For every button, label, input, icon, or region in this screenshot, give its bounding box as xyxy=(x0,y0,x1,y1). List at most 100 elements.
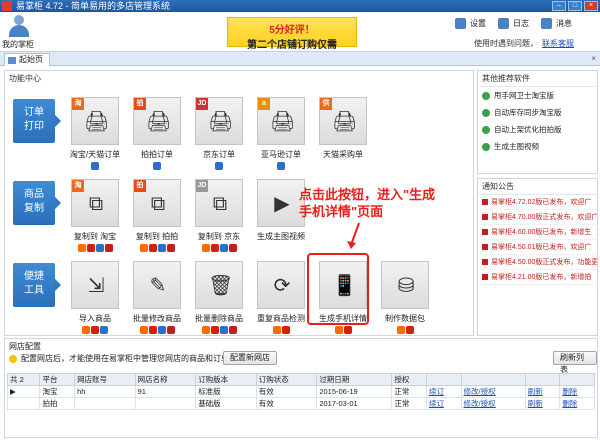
platform-icons xyxy=(251,326,311,334)
video-icon: ▶ xyxy=(274,193,290,215)
message-icon xyxy=(541,18,552,29)
make-datapack-button[interactable]: ⛁ 制作数据包 xyxy=(375,261,435,341)
edit-auth-link[interactable]: 修改/授权 xyxy=(460,385,526,398)
platform-icon xyxy=(91,326,99,334)
recommend-item-label: 自动上架优化拍拍版 xyxy=(494,125,562,134)
tab-home[interactable]: 起始页 xyxy=(4,53,50,66)
delete-link[interactable]: 删除 xyxy=(559,397,595,410)
recommend-item[interactable]: 自动上架优化拍拍版 xyxy=(478,121,597,138)
notice-item[interactable]: 易掌柜4.60.00版已发布，新增生 xyxy=(478,225,597,240)
notice-text: 易掌柜4.50.01版已发布，欢迎广 xyxy=(491,244,592,251)
close-button[interactable]: × xyxy=(584,1,598,11)
notice-item[interactable]: 易掌柜4.50.00版正式发布，功能更 xyxy=(478,255,597,270)
paipai-badge: 拍 xyxy=(134,98,146,110)
platform-icon xyxy=(91,162,99,170)
log-label: 日志 xyxy=(513,19,529,28)
edit-auth-link[interactable]: 修改/授权 xyxy=(460,397,526,410)
promo-banner[interactable]: 5分好评！ 第二个店铺订购仅需 xyxy=(227,17,357,51)
item-label: 复制到 淘宝 xyxy=(73,232,117,241)
notice-item[interactable]: 易掌柜4.21.00版已发布，新增拍 xyxy=(478,270,597,285)
platform-icon xyxy=(272,326,281,334)
promo-line2: 第二个店铺订购仅需 xyxy=(247,40,337,51)
platform-icons xyxy=(189,244,249,252)
product-copy-text: 商品 复制 xyxy=(24,189,44,214)
title-bar: 易掌柜 4.72 - 简单易用的多店管理系统 – □ × xyxy=(0,0,600,12)
table-row[interactable]: ▶ 淘宝 hh 91 标准版 有效 2015-06-19 正常 续订 修改/授权… xyxy=(6,385,595,398)
renew-link[interactable]: 续订 xyxy=(425,385,462,398)
info-icon xyxy=(9,354,17,363)
item-label: 天猫采购单 xyxy=(323,150,363,159)
refresh-list-button[interactable]: 刷新列表 xyxy=(553,351,597,374)
item-label: 京东订单 xyxy=(203,150,235,159)
column-header: 过期日期 xyxy=(316,373,393,386)
auth-cell: 正常 xyxy=(391,397,427,410)
copy-to-taobao-button[interactable]: 淘 ⧉ 复制到 淘宝 xyxy=(65,179,125,259)
function-center-title: 功能中心 xyxy=(9,74,41,83)
contact-support-link[interactable]: 联系客服 xyxy=(542,39,574,48)
app-icon xyxy=(482,142,490,151)
printer-icon: 🖨 xyxy=(208,111,234,133)
store-name-cell: 91 xyxy=(134,385,197,398)
my-shop-label[interactable]: 我的掌柜 xyxy=(2,39,34,50)
column-header: 网店名称 xyxy=(134,373,197,386)
count-header: 共 2 xyxy=(6,373,41,386)
tab-close-icon[interactable]: × xyxy=(591,54,596,63)
platform-icon xyxy=(139,244,148,252)
column-header: 网店账号 xyxy=(74,373,136,386)
recommend-item[interactable]: 自动库存同步淘宝版 xyxy=(478,104,597,121)
jd-order-button[interactable]: JD 🖨 京东订单 xyxy=(189,97,249,177)
batch-edit-button[interactable]: ✎ 批量修改商品 xyxy=(127,261,187,341)
import-icon: ⇲ xyxy=(87,275,105,297)
platform-icon xyxy=(104,244,113,252)
copy-to-jd-button[interactable]: JD ⧉ 复制到 京东 xyxy=(189,179,249,259)
platform-icon xyxy=(228,244,237,252)
message-button[interactable]: 消息 xyxy=(541,18,572,29)
platform-icon xyxy=(95,244,104,252)
renew-link[interactable]: 续订 xyxy=(425,397,462,410)
platform-icon xyxy=(210,326,219,334)
tip-text: 配置网店后，才能使用在易掌柜中管理您网店的商品和订单 xyxy=(21,354,229,363)
notice-item[interactable]: 易掌柜4.70.00版正式发布，欢迎广 xyxy=(478,210,597,225)
delete-link[interactable]: 删除 xyxy=(559,385,595,398)
notice-item[interactable]: 易掌柜4.72.02版已发布，欢迎广 xyxy=(478,195,597,210)
table-row[interactable]: 拍拍 基础版 有效 2017-03-01 正常 续订 修改/授权 刷新 删除 xyxy=(6,397,595,410)
platform-icon xyxy=(139,326,148,334)
import-products-button[interactable]: ⇲ 导入商品 xyxy=(65,261,125,341)
refresh-link[interactable]: 刷新 xyxy=(524,385,561,398)
store-config-tip: 配置网店后，才能使用在易掌柜中管理您网店的商品和订单 xyxy=(9,353,229,364)
printer-icon: 🖨 xyxy=(332,111,358,133)
recommend-item[interactable]: 甩手网卫士淘宝版 xyxy=(478,87,597,104)
maximize-button[interactable]: □ xyxy=(568,1,582,11)
platform-icon xyxy=(210,244,219,252)
taobao-badge: 淘 xyxy=(72,180,84,192)
supply-badge: 供 xyxy=(320,98,332,110)
avatar-icon[interactable] xyxy=(6,15,32,37)
duplicate-check-button[interactable]: ⟳ 重复商品检测 xyxy=(251,261,311,341)
jd-badge: JD xyxy=(196,180,208,192)
notice-item[interactable]: 易掌柜4.50.01版已发布，欢迎广 xyxy=(478,240,597,255)
minimize-button[interactable]: – xyxy=(552,1,566,11)
settings-button[interactable]: 设置 xyxy=(455,18,486,29)
version-cell: 基础版 xyxy=(195,397,257,410)
status-cell: 有效 xyxy=(255,397,318,410)
notice-text: 易掌柜4.70.00版正式发布，欢迎广 xyxy=(491,214,597,221)
refresh-link[interactable]: 刷新 xyxy=(524,397,561,410)
column-header: 订购状态 xyxy=(255,373,318,386)
log-button[interactable]: 日志 xyxy=(498,18,529,29)
tmall-purchase-button[interactable]: 供 🖨 天猫采购单 xyxy=(313,97,373,177)
recommend-item[interactable]: 生成主图视频 xyxy=(478,138,597,155)
paipai-order-button[interactable]: 拍 🖨 拍拍订单 xyxy=(127,97,187,177)
recommend-item-label: 生成主图视频 xyxy=(494,142,539,151)
platform-icon xyxy=(86,244,95,252)
platform-icon xyxy=(405,326,414,334)
copy-to-paipai-button[interactable]: 拍 ⧉ 复制到 拍拍 xyxy=(127,179,187,259)
platform-cell: 拍拍 xyxy=(39,397,76,410)
item-label: 制作数据包 xyxy=(385,314,425,323)
batch-delete-button[interactable]: 🗑 批量删除商品 xyxy=(189,261,249,341)
config-new-store-button[interactable]: 配置新网店 xyxy=(223,351,277,365)
platform-icons xyxy=(375,326,435,334)
table-header-row: 共 2 平台 网店账号 网店名称 订购版本 订购状态 过期日期 授权 xyxy=(6,373,595,386)
row-indicator: ▶ xyxy=(6,385,41,398)
taobao-tmall-order-button[interactable]: 淘 🖨 淘宝/天猫订单 xyxy=(65,97,125,177)
amazon-order-button[interactable]: a 🖨 亚马逊订单 xyxy=(251,97,311,177)
